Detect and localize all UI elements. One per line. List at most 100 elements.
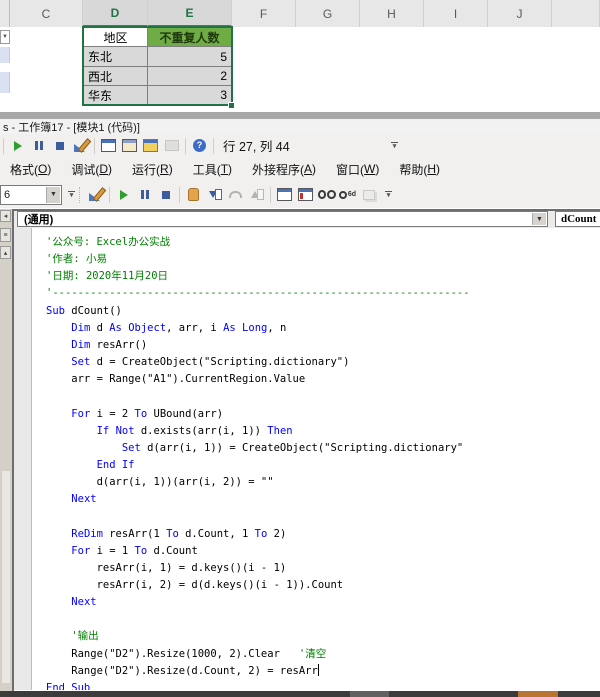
- break-icon[interactable]: [136, 186, 154, 204]
- code-line: End If: [96, 458, 135, 471]
- scroll-up-icon[interactable]: ▴: [0, 246, 11, 259]
- cell-region[interactable]: 华东: [83, 86, 148, 105]
- toolbox-icon[interactable]: [163, 137, 181, 155]
- filter-dropdown-button[interactable]: ▼: [0, 30, 10, 44]
- menu-bar: 格式(O) 调试(D) 运行(R) 工具(T) 外接程序(A) 窗口(W) 帮助(H): [0, 157, 600, 181]
- column-header-partial[interactable]: [552, 0, 600, 27]
- scrollbar-track[interactable]: [2, 471, 10, 683]
- break-icon[interactable]: [30, 137, 48, 155]
- column-header-F[interactable]: F: [232, 0, 296, 27]
- column-header-C[interactable]: C: [10, 0, 83, 27]
- code-line: Set d(arr(i, 1)) = CreateObject("Scripti…: [121, 441, 464, 454]
- margin-indicator-bar[interactable]: [14, 228, 32, 690]
- quickwatch-icon[interactable]: [339, 186, 357, 204]
- code-line: '公众号: Excel办公实战: [46, 236, 171, 248]
- toolbar-separator: [109, 186, 110, 203]
- code-editor[interactable]: '公众号: Excel办公实战 '作者: 小易 '日期: 2020年11月20日 '-…: [14, 228, 600, 690]
- code-line: End Sub: [46, 681, 91, 690]
- stepover-icon[interactable]: [227, 186, 245, 204]
- column-header-row: CDEFGHIJ: [0, 0, 600, 27]
- declarations-bar: (通用) ▼ dCount: [14, 211, 600, 228]
- code-line: Range("D2").Resize(1000, 2).Clear '清空: [46, 647, 327, 660]
- toolbar-separator: [270, 186, 271, 203]
- column-header-sliver[interactable]: [0, 0, 10, 27]
- cell-region[interactable]: 东北: [83, 47, 148, 67]
- code-line: Next: [71, 493, 97, 506]
- watch-icon[interactable]: [318, 186, 336, 204]
- menu-item-帮助[interactable]: 帮助(H): [389, 157, 450, 181]
- toolbar-drag-handle[interactable]: [79, 186, 83, 203]
- hand-icon[interactable]: [185, 186, 203, 204]
- run-icon[interactable]: [115, 186, 133, 204]
- code-line: '输出: [71, 630, 99, 643]
- toolbar-overflow-button[interactable]: ▾: [383, 187, 394, 203]
- column-header-E[interactable]: E: [148, 0, 232, 27]
- column-header-J[interactable]: J: [488, 0, 552, 27]
- banded-cell[interactable]: [0, 47, 10, 63]
- stepinto-icon[interactable]: [206, 186, 224, 204]
- menu-item-外接程序[interactable]: 外接程序(A): [242, 157, 326, 181]
- column-header-I[interactable]: I: [424, 0, 488, 27]
- code-line: For i = 2 To UBound(arr): [71, 407, 224, 420]
- fill-handle[interactable]: [228, 102, 234, 108]
- menu-item-调试[interactable]: 调试(D): [61, 157, 122, 181]
- help-icon[interactable]: [191, 137, 209, 155]
- object-dropdown-value: (通用): [24, 214, 54, 226]
- splitter-grip-icon[interactable]: ≡: [0, 228, 11, 242]
- chevron-down-icon[interactable]: ▼: [532, 213, 546, 225]
- projexp-icon[interactable]: [100, 137, 118, 155]
- code-line: Set d = CreateObject("Scripting.dictiona…: [71, 356, 350, 369]
- menu-item-窗口[interactable]: 窗口(W): [326, 157, 389, 181]
- table-header-region[interactable]: 地区: [83, 27, 148, 47]
- code-line: Next: [71, 596, 97, 609]
- props-icon[interactable]: [121, 137, 139, 155]
- toolbar-overflow-button[interactable]: ▾: [66, 187, 77, 203]
- locals-icon[interactable]: [276, 186, 294, 204]
- reset-icon[interactable]: [157, 186, 175, 204]
- code-line: For i = 1 To d.Count: [71, 544, 198, 557]
- taskbar-item[interactable]: [350, 691, 389, 697]
- reset-icon[interactable]: [51, 137, 69, 155]
- column-header-D[interactable]: D: [83, 0, 148, 27]
- code-line: ReDim resArr(1 To d.Count, 1 To 2): [71, 527, 287, 540]
- chevron-down-icon[interactable]: ▼: [46, 186, 60, 203]
- cell-count[interactable]: 5: [148, 47, 232, 67]
- zoom-combo-value: 6: [4, 188, 11, 201]
- run-icon[interactable]: [9, 137, 27, 155]
- column-header-G[interactable]: G: [296, 0, 360, 27]
- taskbar-item[interactable]: [518, 691, 558, 697]
- left-panel-scrollbar[interactable]: ◂ ≡ ▴: [0, 209, 12, 691]
- zoom-combo[interactable]: 6 ▼: [0, 184, 62, 205]
- callstack-icon[interactable]: [360, 186, 378, 204]
- vbe-title-text: s - 工作簿17 - [模块1 (代码)]: [3, 121, 140, 134]
- design-icon[interactable]: [72, 137, 90, 155]
- toolbar-separator: [3, 137, 4, 154]
- debug-toolbar: 6▼▾▾: [0, 181, 600, 208]
- code-line: '---------------------------------------…: [46, 287, 470, 300]
- column-header-H[interactable]: H: [360, 0, 424, 27]
- taskbar-sliver[interactable]: [0, 691, 600, 697]
- procedure-dropdown-value: dCount: [561, 213, 597, 225]
- menu-item-格式[interactable]: 格式(O): [0, 157, 61, 181]
- code-line: Range("D2").Resize(d.Count, 2) = resArr: [46, 663, 319, 677]
- toolbar-overflow-button[interactable]: ▾: [389, 138, 400, 154]
- menu-item-工具[interactable]: 工具(T): [183, 157, 242, 181]
- table-header-count[interactable]: 不重复人数: [148, 27, 232, 47]
- code-line: Dim resArr(): [71, 338, 148, 351]
- menu-item-运行[interactable]: 运行(R): [122, 157, 183, 181]
- immediate-icon[interactable]: [297, 186, 315, 204]
- code-line: If Not d.exists(arr(i, 1)) Then: [96, 424, 293, 437]
- scroll-left-icon[interactable]: ◂: [0, 210, 11, 222]
- cell-count[interactable]: 2: [148, 67, 232, 86]
- banded-cell[interactable]: [0, 72, 10, 93]
- objbrowser-icon[interactable]: [142, 137, 160, 155]
- cell-count[interactable]: 3: [148, 86, 232, 105]
- object-dropdown[interactable]: (通用) ▼: [17, 211, 548, 227]
- procedure-dropdown[interactable]: dCount: [555, 211, 600, 227]
- cell-region[interactable]: 西北: [83, 67, 148, 86]
- text-cursor: [317, 663, 319, 676]
- caret-position-label: 行 27, 列 44: [223, 140, 290, 154]
- stepout-icon[interactable]: [248, 186, 266, 204]
- code-line: d(arr(i, 1))(arr(i, 2)) = "": [46, 476, 274, 489]
- design-icon[interactable]: [87, 186, 105, 204]
